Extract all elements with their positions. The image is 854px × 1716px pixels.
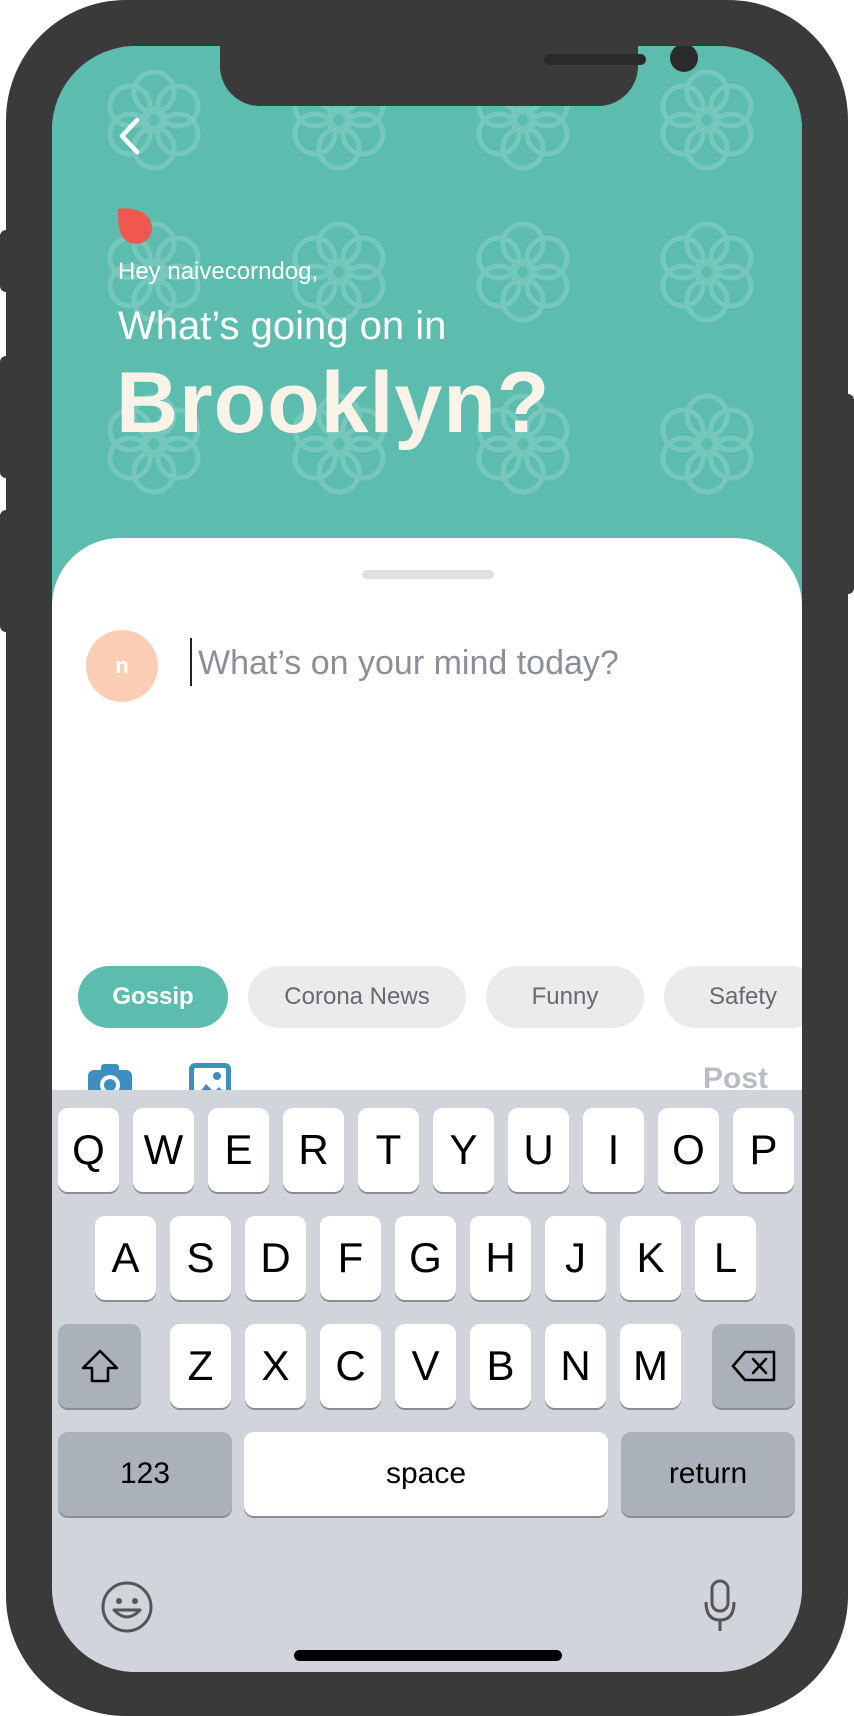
device-notch	[220, 46, 698, 106]
home-indicator[interactable]	[294, 1650, 562, 1661]
key-i[interactable]: I	[583, 1108, 644, 1192]
key-w[interactable]: W	[133, 1108, 194, 1192]
keyboard: Q W E R T Y U I O P A S D F G H J K L Z …	[52, 1090, 802, 1672]
microphone-icon	[704, 1579, 736, 1631]
backspace-icon	[731, 1350, 775, 1382]
dictation-button[interactable]	[702, 1578, 738, 1638]
side-button-left-bot	[0, 510, 14, 632]
key-x[interactable]: X	[245, 1324, 306, 1408]
key-h[interactable]: H	[470, 1216, 531, 1300]
phone-screen: Hey naivecorndog, What’s going on in Bro…	[52, 46, 802, 1672]
key-o[interactable]: O	[658, 1108, 719, 1192]
speaker-grille	[544, 54, 646, 65]
side-button-left-top	[0, 230, 14, 292]
key-a[interactable]: A	[95, 1216, 156, 1300]
avatar: n	[86, 630, 158, 702]
subheading-text: What’s going on in	[118, 304, 447, 348]
chip-safety[interactable]: Safety	[664, 966, 802, 1028]
key-m[interactable]: M	[620, 1324, 681, 1408]
key-v[interactable]: V	[395, 1324, 456, 1408]
side-button-left-mid	[0, 356, 14, 478]
key-n[interactable]: N	[545, 1324, 606, 1408]
emoji-icon	[101, 1581, 153, 1633]
key-e[interactable]: E	[208, 1108, 269, 1192]
post-text-input[interactable]	[190, 638, 758, 688]
backspace-key[interactable]	[712, 1324, 795, 1408]
key-u[interactable]: U	[508, 1108, 569, 1192]
emoji-button[interactable]	[100, 1580, 154, 1638]
key-z[interactable]: Z	[170, 1324, 231, 1408]
key-d[interactable]: D	[245, 1216, 306, 1300]
key-g[interactable]: G	[395, 1216, 456, 1300]
chip-gossip[interactable]: Gossip	[78, 966, 228, 1028]
key-t[interactable]: T	[358, 1108, 419, 1192]
key-l[interactable]: L	[695, 1216, 756, 1300]
key-s[interactable]: S	[170, 1216, 231, 1300]
sheet-grabber[interactable]	[362, 570, 494, 579]
shift-key[interactable]	[58, 1324, 141, 1408]
key-j[interactable]: J	[545, 1216, 606, 1300]
chip-corona-news[interactable]: Corona News	[248, 966, 466, 1028]
leaf-logo-icon	[118, 208, 152, 244]
greeting-text: Hey naivecorndog,	[118, 258, 319, 285]
side-button-right	[840, 394, 854, 594]
back-button[interactable]	[104, 110, 156, 162]
key-c[interactable]: C	[320, 1324, 381, 1408]
key-q[interactable]: Q	[58, 1108, 119, 1192]
key-y[interactable]: Y	[433, 1108, 494, 1192]
key-p[interactable]: P	[733, 1108, 794, 1192]
space-key[interactable]: space	[244, 1432, 608, 1516]
shift-arrow-icon	[81, 1349, 118, 1383]
key-k[interactable]: K	[620, 1216, 681, 1300]
text-caret	[190, 638, 192, 686]
compose-sheet: n Gossip Corona News Funny Safety	[52, 538, 802, 1105]
return-key[interactable]: return	[621, 1432, 795, 1516]
numbers-key[interactable]: 123	[58, 1432, 232, 1516]
key-b[interactable]: B	[470, 1324, 531, 1408]
chip-funny[interactable]: Funny	[486, 966, 644, 1028]
key-r[interactable]: R	[283, 1108, 344, 1192]
chevron-left-icon	[119, 117, 140, 155]
city-title: Brooklyn?	[116, 355, 551, 451]
key-f[interactable]: F	[320, 1216, 381, 1300]
topic-chips: Gossip Corona News Funny Safety	[78, 966, 802, 1028]
